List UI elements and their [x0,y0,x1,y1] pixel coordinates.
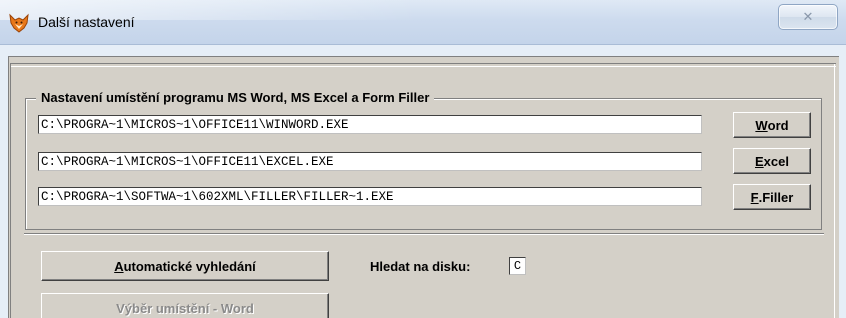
excel-button-accel: E [755,153,764,169]
choose-word-location-button[interactable]: Výběr umístění - Word [41,293,329,318]
excel-button-label: xcel [763,153,789,169]
auto-search-label: utomatické vyhledání [123,258,256,274]
filler-button-accel: F [750,189,759,205]
close-icon: ✕ [802,9,814,24]
filler-button-label: .Filler [758,189,794,205]
fox-app-icon [9,13,29,33]
client-top-edge [10,63,836,67]
filler-button[interactable]: F .Filler [733,184,811,210]
word-button-accel: W [755,117,768,133]
window-title: Další nastavení [38,14,135,30]
title-bar[interactable]: Další nastavení ✕ [0,0,846,45]
word-path-field[interactable]: C:\PROGRA~1\MICROS~1\OFFICE11\WINWORD.EX… [38,115,702,134]
excel-path-field[interactable]: C:\PROGRA~1\MICROS~1\OFFICE11\EXCEL.EXE [38,152,702,171]
auto-search-button[interactable]: Automatické vyhledání [41,251,329,281]
excel-button[interactable]: Excel [733,148,811,174]
word-button[interactable]: Word [733,112,811,138]
disk-label: Hledat na disku: [370,259,471,274]
close-button[interactable]: ✕ [778,4,838,30]
word-button-label: ord [767,117,789,133]
group-legend: Nastavení umístění programu MS Word, MS … [36,90,435,105]
client-left-edge [10,64,11,318]
auto-search-accel: A [114,258,124,274]
client-right-edge [834,64,835,318]
dialog-window: Další nastavení ✕ Nastavení umístění pro… [0,0,846,318]
filler-path-field[interactable]: C:\PROGRA~1\SOFTWA~1\602XML\FILLER\FILLE… [38,187,702,206]
disk-input[interactable]: C [509,257,526,275]
section-divider [24,233,824,235]
